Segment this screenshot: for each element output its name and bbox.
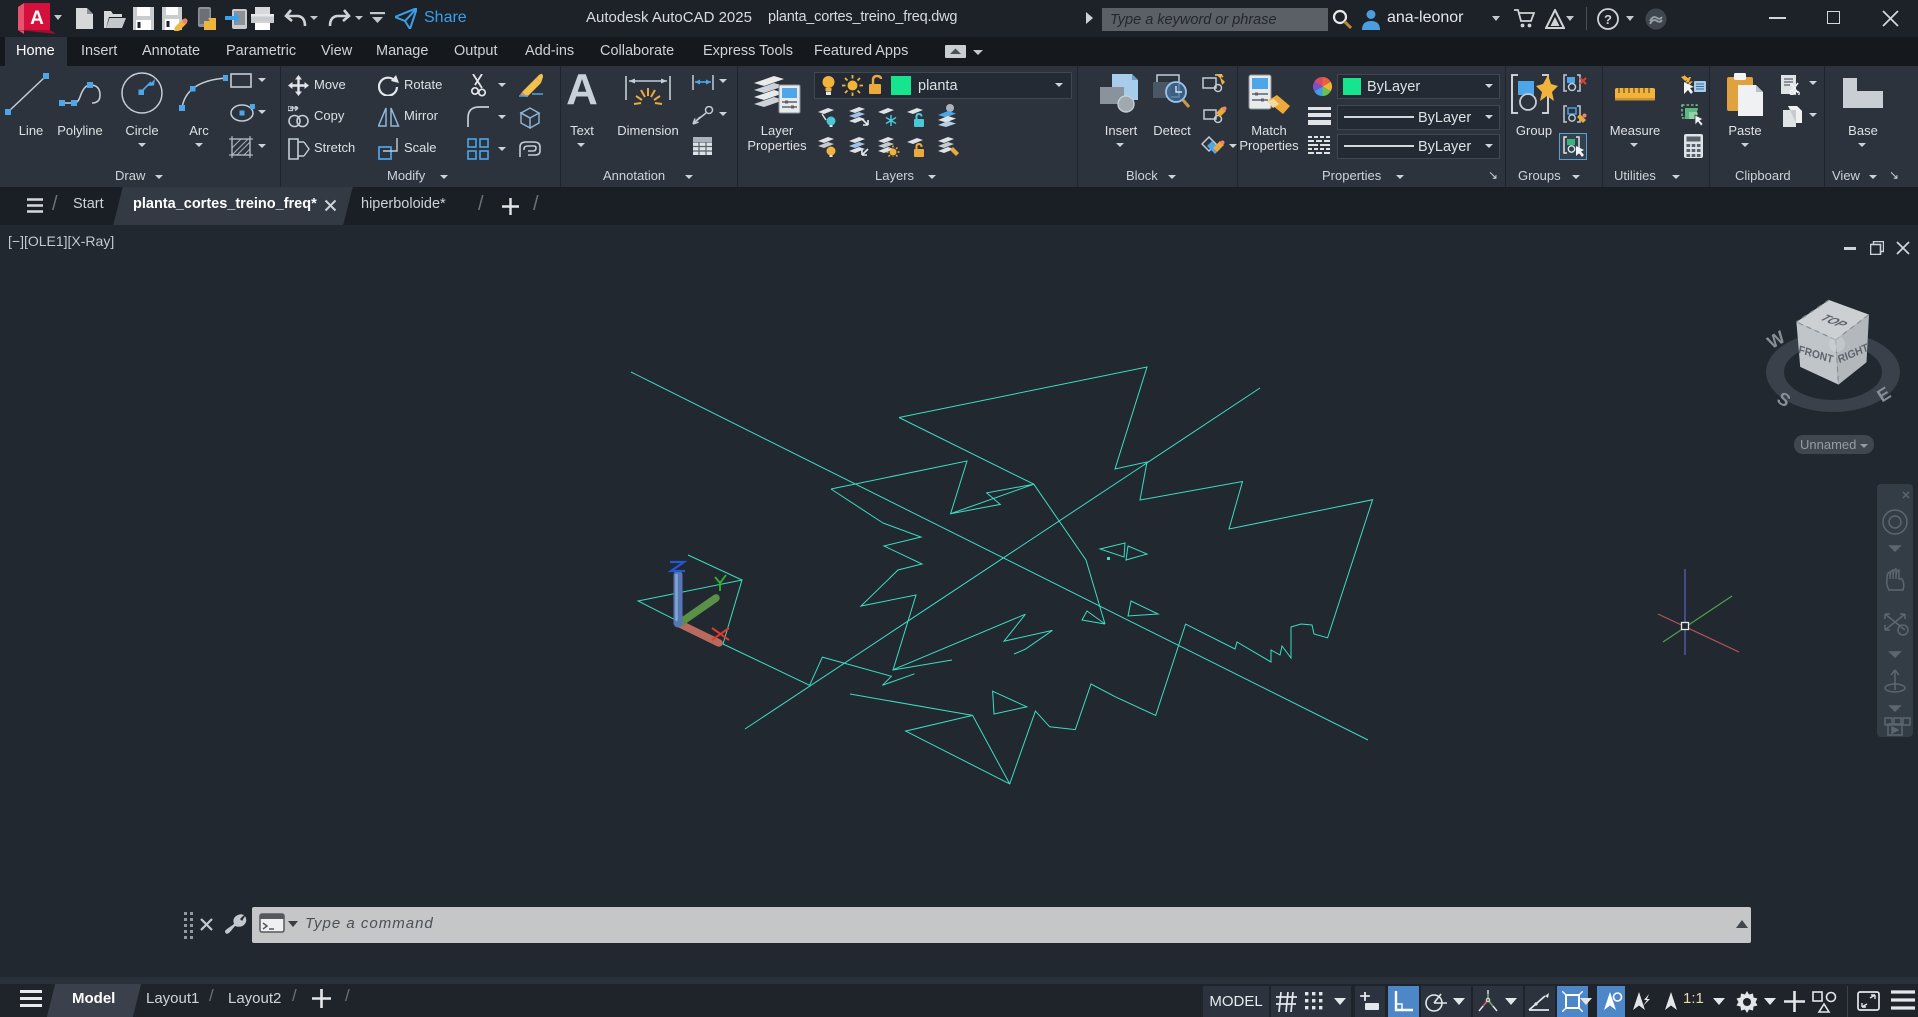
svg-text:?: ? <box>1604 12 1612 27</box>
svg-text:A: A <box>30 8 44 29</box>
